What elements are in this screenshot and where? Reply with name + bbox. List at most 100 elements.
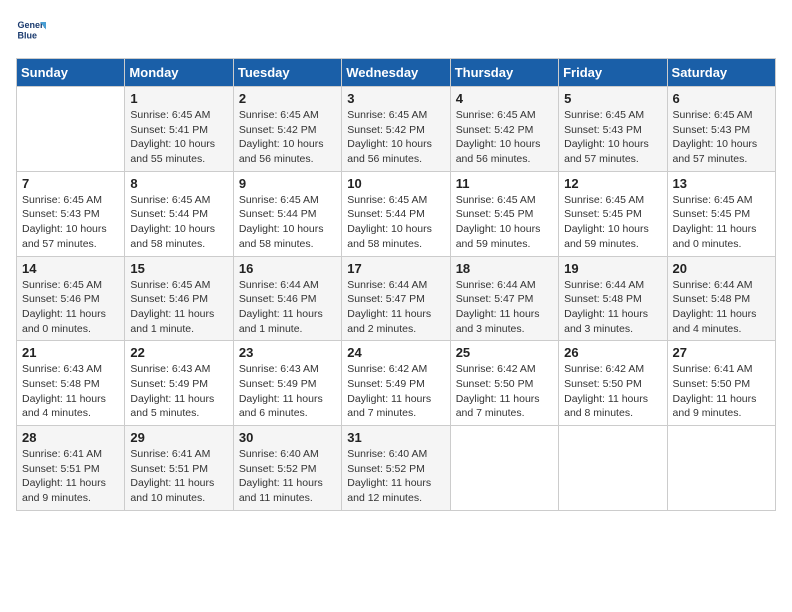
week-row-4: 21 Sunrise: 6:43 AMSunset: 5:48 PMDayligh… bbox=[17, 341, 776, 426]
day-cell: 4 Sunrise: 6:45 AMSunset: 5:42 PMDaylight… bbox=[450, 87, 558, 172]
day-cell: 13Sunrise: 6:45 AMSunset: 5:45 PMDayligh… bbox=[667, 171, 775, 256]
svg-text:General: General bbox=[18, 20, 47, 30]
day-info: Sunrise: 6:45 AMSunset: 5:42 PMDaylight:… bbox=[456, 108, 553, 167]
day-number: 17 bbox=[347, 261, 444, 276]
day-info: Sunrise: 6:45 AMSunset: 5:43 PMDaylight:… bbox=[564, 108, 661, 167]
day-info: Sunrise: 6:45 AMSunset: 5:42 PMDaylight:… bbox=[347, 108, 444, 167]
day-number: 4 bbox=[456, 91, 553, 106]
day-info: Sunrise: 6:42 AMSunset: 5:50 PMDaylight:… bbox=[564, 362, 661, 421]
day-number: 9 bbox=[239, 176, 336, 191]
day-number: 10 bbox=[347, 176, 444, 191]
day-cell: 9Sunrise: 6:45 AMSunset: 5:44 PMDaylight… bbox=[233, 171, 341, 256]
day-number: 30 bbox=[239, 430, 336, 445]
day-info: Sunrise: 6:44 AMSunset: 5:47 PMDaylight:… bbox=[456, 278, 553, 337]
day-info: Sunrise: 6:40 AMSunset: 5:52 PMDaylight:… bbox=[239, 447, 336, 506]
day-number: 15 bbox=[130, 261, 227, 276]
day-number: 11 bbox=[456, 176, 553, 191]
day-info: Sunrise: 6:43 AMSunset: 5:49 PMDaylight:… bbox=[130, 362, 227, 421]
day-cell: 30 Sunrise: 6:40 AMSunset: 5:52 PMDayligh… bbox=[233, 426, 341, 511]
day-info: Sunrise: 6:42 AMSunset: 5:49 PMDaylight:… bbox=[347, 362, 444, 421]
day-cell: 31Sunrise: 6:40 AMSunset: 5:52 PMDayligh… bbox=[342, 426, 450, 511]
day-cell: 20 Sunrise: 6:44 AMSunset: 5:48 PMDayligh… bbox=[667, 256, 775, 341]
day-cell: 21 Sunrise: 6:43 AMSunset: 5:48 PMDayligh… bbox=[17, 341, 125, 426]
week-row-2: 7 Sunrise: 6:45 AMSunset: 5:43 PMDaylight… bbox=[17, 171, 776, 256]
col-header-wednesday: Wednesday bbox=[342, 59, 450, 87]
day-number: 27 bbox=[673, 345, 770, 360]
day-info: Sunrise: 6:45 AMSunset: 5:42 PMDaylight:… bbox=[239, 108, 336, 167]
day-cell: 24 Sunrise: 6:42 AMSunset: 5:49 PMDayligh… bbox=[342, 341, 450, 426]
day-number: 19 bbox=[564, 261, 661, 276]
day-number: 8 bbox=[130, 176, 227, 191]
day-cell: 6Sunrise: 6:45 AMSunset: 5:43 PMDaylight… bbox=[667, 87, 775, 172]
day-number: 29 bbox=[130, 430, 227, 445]
day-info: Sunrise: 6:45 AMSunset: 5:43 PMDaylight:… bbox=[22, 193, 119, 252]
day-cell: 7 Sunrise: 6:45 AMSunset: 5:43 PMDaylight… bbox=[17, 171, 125, 256]
day-cell: 29 Sunrise: 6:41 AMSunset: 5:51 PMDayligh… bbox=[125, 426, 233, 511]
day-number: 22 bbox=[130, 345, 227, 360]
day-number: 28 bbox=[22, 430, 119, 445]
day-info: Sunrise: 6:41 AMSunset: 5:51 PMDaylight:… bbox=[22, 447, 119, 506]
day-info: Sunrise: 6:45 AMSunset: 5:45 PMDaylight:… bbox=[564, 193, 661, 252]
day-cell: 18Sunrise: 6:44 AMSunset: 5:47 PMDayligh… bbox=[450, 256, 558, 341]
day-number: 1 bbox=[130, 91, 227, 106]
day-cell: 11 Sunrise: 6:45 AMSunset: 5:45 PMDayligh… bbox=[450, 171, 558, 256]
logo-icon: General Blue bbox=[16, 16, 46, 46]
col-header-saturday: Saturday bbox=[667, 59, 775, 87]
day-info: Sunrise: 6:40 AMSunset: 5:52 PMDaylight:… bbox=[347, 447, 444, 506]
day-cell: 17 Sunrise: 6:44 AMSunset: 5:47 PMDayligh… bbox=[342, 256, 450, 341]
day-cell: 1 Sunrise: 6:45 AMSunset: 5:41 PMDaylight… bbox=[125, 87, 233, 172]
day-cell bbox=[559, 426, 667, 511]
logo: General Blue bbox=[16, 16, 50, 46]
day-number: 20 bbox=[673, 261, 770, 276]
day-cell: 27 Sunrise: 6:41 AMSunset: 5:50 PMDayligh… bbox=[667, 341, 775, 426]
week-row-5: 28 Sunrise: 6:41 AMSunset: 5:51 PMDayligh… bbox=[17, 426, 776, 511]
day-cell: 8 Sunrise: 6:45 AMSunset: 5:44 PMDaylight… bbox=[125, 171, 233, 256]
day-number: 23 bbox=[239, 345, 336, 360]
day-info: Sunrise: 6:43 AMSunset: 5:49 PMDaylight:… bbox=[239, 362, 336, 421]
week-row-3: 14Sunrise: 6:45 AMSunset: 5:46 PMDayligh… bbox=[17, 256, 776, 341]
col-header-tuesday: Tuesday bbox=[233, 59, 341, 87]
day-cell: 3 Sunrise: 6:45 AMSunset: 5:42 PMDaylight… bbox=[342, 87, 450, 172]
day-cell: 19 Sunrise: 6:44 AMSunset: 5:48 PMDayligh… bbox=[559, 256, 667, 341]
day-info: Sunrise: 6:45 AMSunset: 5:45 PMDaylight:… bbox=[673, 193, 770, 252]
svg-text:Blue: Blue bbox=[18, 31, 38, 41]
day-number: 7 bbox=[22, 176, 119, 191]
day-info: Sunrise: 6:42 AMSunset: 5:50 PMDaylight:… bbox=[456, 362, 553, 421]
day-number: 26 bbox=[564, 345, 661, 360]
day-number: 25 bbox=[456, 345, 553, 360]
page-header: General Blue bbox=[16, 16, 776, 46]
day-number: 16 bbox=[239, 261, 336, 276]
day-cell: 26 Sunrise: 6:42 AMSunset: 5:50 PMDayligh… bbox=[559, 341, 667, 426]
day-cell: 23 Sunrise: 6:43 AMSunset: 5:49 PMDayligh… bbox=[233, 341, 341, 426]
day-number: 12 bbox=[564, 176, 661, 191]
day-cell: 25 Sunrise: 6:42 AMSunset: 5:50 PMDayligh… bbox=[450, 341, 558, 426]
day-info: Sunrise: 6:45 AMSunset: 5:44 PMDaylight:… bbox=[130, 193, 227, 252]
day-cell: 28 Sunrise: 6:41 AMSunset: 5:51 PMDayligh… bbox=[17, 426, 125, 511]
day-info: Sunrise: 6:45 AMSunset: 5:44 PMDaylight:… bbox=[347, 193, 444, 252]
day-info: Sunrise: 6:45 AMSunset: 5:41 PMDaylight:… bbox=[130, 108, 227, 167]
day-number: 24 bbox=[347, 345, 444, 360]
day-info: Sunrise: 6:44 AMSunset: 5:47 PMDaylight:… bbox=[347, 278, 444, 337]
day-number: 3 bbox=[347, 91, 444, 106]
day-info: Sunrise: 6:45 AMSunset: 5:43 PMDaylight:… bbox=[673, 108, 770, 167]
col-header-sunday: Sunday bbox=[17, 59, 125, 87]
day-info: Sunrise: 6:44 AMSunset: 5:48 PMDaylight:… bbox=[673, 278, 770, 337]
day-cell: 22 Sunrise: 6:43 AMSunset: 5:49 PMDayligh… bbox=[125, 341, 233, 426]
day-cell bbox=[450, 426, 558, 511]
day-info: Sunrise: 6:41 AMSunset: 5:50 PMDaylight:… bbox=[673, 362, 770, 421]
day-cell: 15Sunrise: 6:45 AMSunset: 5:46 PMDayligh… bbox=[125, 256, 233, 341]
day-cell: 14Sunrise: 6:45 AMSunset: 5:46 PMDayligh… bbox=[17, 256, 125, 341]
day-cell: 16Sunrise: 6:44 AMSunset: 5:46 PMDayligh… bbox=[233, 256, 341, 341]
day-cell: 2Sunrise: 6:45 AMSunset: 5:42 PMDaylight… bbox=[233, 87, 341, 172]
day-number: 21 bbox=[22, 345, 119, 360]
day-cell: 5Sunrise: 6:45 AMSunset: 5:43 PMDaylight… bbox=[559, 87, 667, 172]
week-row-1: 1 Sunrise: 6:45 AMSunset: 5:41 PMDaylight… bbox=[17, 87, 776, 172]
day-info: Sunrise: 6:41 AMSunset: 5:51 PMDaylight:… bbox=[130, 447, 227, 506]
day-cell bbox=[17, 87, 125, 172]
col-header-thursday: Thursday bbox=[450, 59, 558, 87]
day-info: Sunrise: 6:43 AMSunset: 5:48 PMDaylight:… bbox=[22, 362, 119, 421]
day-number: 14 bbox=[22, 261, 119, 276]
day-info: Sunrise: 6:45 AMSunset: 5:45 PMDaylight:… bbox=[456, 193, 553, 252]
day-info: Sunrise: 6:44 AMSunset: 5:48 PMDaylight:… bbox=[564, 278, 661, 337]
col-header-friday: Friday bbox=[559, 59, 667, 87]
